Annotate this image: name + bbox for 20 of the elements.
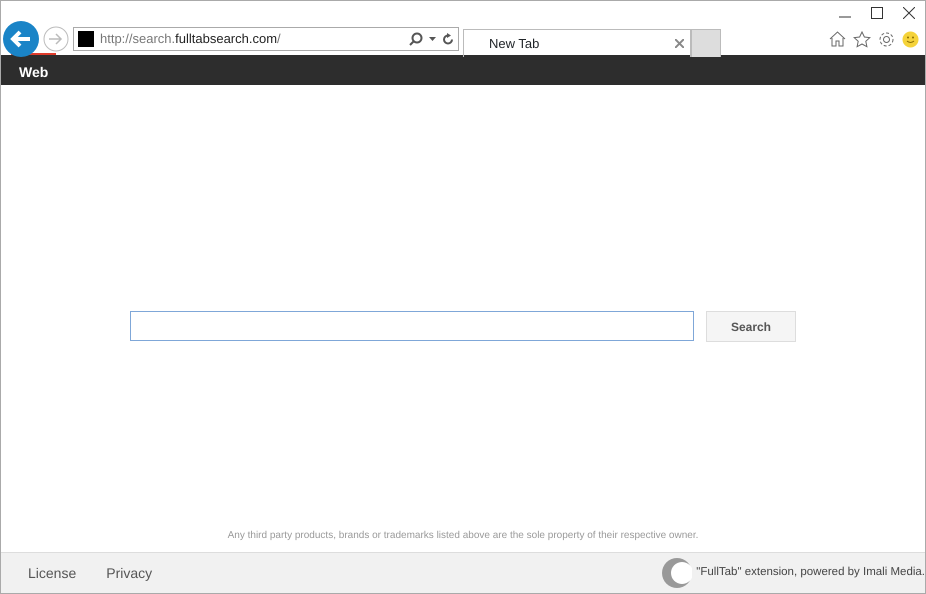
- logo-icon: [662, 558, 692, 588]
- home-icon[interactable]: [829, 31, 846, 47]
- refresh-icon[interactable]: [442, 32, 454, 46]
- close-tab-icon[interactable]: [675, 39, 684, 48]
- caret-icon[interactable]: [429, 37, 436, 41]
- nav-tab[interactable]: Web: [11, 53, 56, 85]
- star-icon[interactable]: [853, 30, 871, 48]
- search-field[interactable]: [130, 311, 694, 341]
- site-icon: [78, 31, 94, 47]
- credit-text: "FullTab" extension, powered by Imali Media.: [696, 565, 925, 580]
- footer-link[interactable]: Privacy: [106, 562, 152, 584]
- footer-link[interactable]: License: [28, 562, 76, 584]
- disclaimer-text: Any third party products, brands or trademarks listed above are the sole property of their respective owner.: [228, 529, 698, 543]
- back-icon[interactable]: [3, 21, 39, 57]
- smiley-icon[interactable]: [902, 30, 919, 48]
- search-button[interactable]: Search: [706, 311, 796, 342]
- close-icon[interactable]: [903, 7, 915, 19]
- search-icon[interactable]: [409, 32, 423, 46]
- maximize-icon[interactable]: [871, 7, 883, 19]
- settings-icon[interactable]: [878, 30, 895, 48]
